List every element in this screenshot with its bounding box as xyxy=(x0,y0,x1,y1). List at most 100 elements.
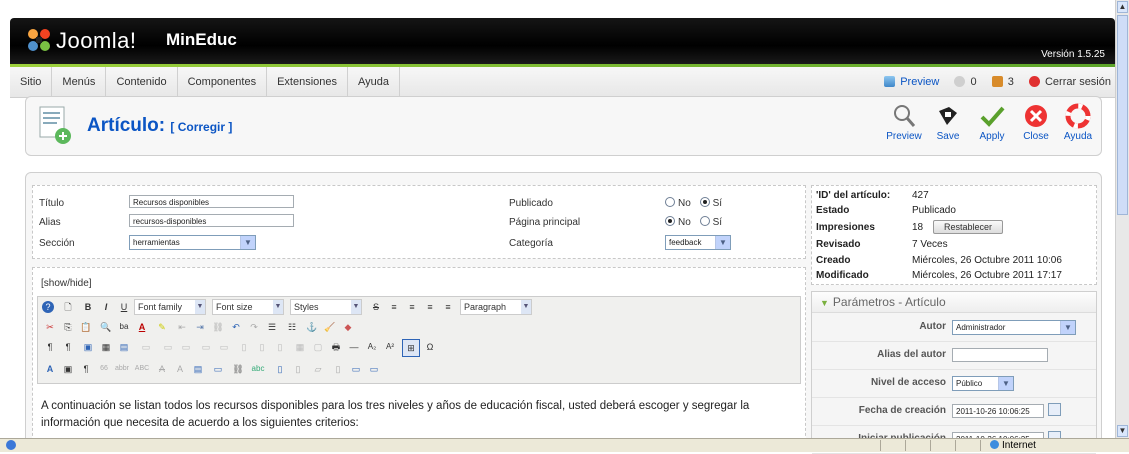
menu-sitio[interactable]: Sitio xyxy=(10,67,53,97)
styleprops-icon[interactable]: A xyxy=(42,361,58,377)
messages-status[interactable]: 0 xyxy=(948,76,977,88)
calendar-icon[interactable] xyxy=(1048,403,1061,416)
special-char-icon[interactable]: Ω xyxy=(422,339,438,355)
bold-icon[interactable]: B xyxy=(80,299,96,315)
styles-select[interactable]: Styles ▼ xyxy=(290,299,362,315)
align-left-icon[interactable]: ≡ xyxy=(386,299,402,315)
align-right-icon[interactable]: ≡ xyxy=(422,299,438,315)
visual-aid-icon[interactable]: ▢ xyxy=(310,339,326,355)
pagebreak-icon[interactable]: ▭ xyxy=(366,361,382,377)
copy-icon[interactable]: ⎘ xyxy=(60,319,76,335)
horizontal-rule-icon[interactable]: — xyxy=(346,339,362,355)
undo-icon[interactable]: ↶ xyxy=(228,319,244,335)
format-select[interactable]: Paragraph ▼ xyxy=(460,299,532,315)
menu-extensiones[interactable]: Extensiones xyxy=(267,67,349,97)
close-button[interactable]: Close xyxy=(1013,101,1059,153)
ins-icon[interactable]: A xyxy=(172,361,188,377)
users-status[interactable]: 3 xyxy=(986,76,1014,88)
image-icon[interactable]: ▦ xyxy=(98,339,114,355)
params-header[interactable]: ▼ Parámetros - Artículo xyxy=(812,292,1096,313)
cleanup-icon[interactable]: 🧹 xyxy=(322,319,338,335)
table-icon[interactable]: ▭ xyxy=(138,339,154,355)
autor-select[interactable]: Administrador ▼ xyxy=(952,320,1076,335)
menu-contenido[interactable]: Contenido xyxy=(106,67,178,97)
link-icon[interactable]: ⛓ xyxy=(230,361,246,377)
preview-button[interactable]: Preview xyxy=(881,101,927,153)
nivel-select[interactable]: Público ▼ xyxy=(952,376,1014,391)
cite-icon[interactable]: 66 xyxy=(96,361,112,377)
superscript-icon[interactable]: A² xyxy=(382,339,398,355)
italic-icon[interactable]: I xyxy=(98,299,114,315)
print-icon[interactable]: 🖶 xyxy=(328,339,344,355)
subscript-icon[interactable]: A₂ xyxy=(364,339,380,355)
delete-col-icon[interactable]: ▯ xyxy=(254,339,270,355)
numbered-list-icon[interactable]: ☰ xyxy=(264,319,280,335)
scroll-up-icon[interactable]: ▲ xyxy=(1117,1,1128,13)
split-cells-icon[interactable]: ▦ xyxy=(292,339,308,355)
categoria-select[interactable]: feedback ▼ xyxy=(665,235,731,250)
layer-icon[interactable]: ▯ xyxy=(290,361,306,377)
outdent-icon[interactable]: ⇤ xyxy=(174,319,190,335)
cell-props-icon[interactable]: ▭ xyxy=(178,339,194,355)
page-break-icon[interactable]: ▯ xyxy=(272,361,288,377)
insert-col-icon[interactable]: ▯ xyxy=(236,339,252,355)
new-document-icon[interactable]: 🗋 xyxy=(60,299,76,315)
align-center-icon[interactable]: ≡ xyxy=(404,299,420,315)
strikethrough-icon[interactable]: S xyxy=(368,299,384,315)
font-family-select[interactable]: Font family ▼ xyxy=(134,299,206,315)
template-icon[interactable]: ▤ xyxy=(116,339,132,355)
eraser-icon[interactable]: ◆ xyxy=(340,319,356,335)
seccion-select[interactable]: herramientas ▼ xyxy=(129,235,256,250)
paste-icon[interactable]: 📋 xyxy=(78,319,94,335)
rtl-icon[interactable]: ¶ xyxy=(60,339,76,355)
anchor-icon[interactable]: ⚓ xyxy=(304,319,320,335)
apply-button[interactable]: Apply xyxy=(969,101,1015,153)
spellcheck-icon[interactable]: abc xyxy=(250,361,266,377)
nonbreaking-icon[interactable]: ▣ xyxy=(60,361,76,377)
scroll-thumb[interactable] xyxy=(1117,15,1128,215)
font-size-select[interactable]: Font size ▼ xyxy=(212,299,284,315)
media-icon[interactable]: ▣ xyxy=(80,339,96,355)
align-justify-icon[interactable]: ≡ xyxy=(440,299,456,315)
publicado-si-radio[interactable] xyxy=(699,197,710,207)
readmore-icon[interactable]: ▭ xyxy=(348,361,364,377)
insert-row-icon[interactable]: ▭ xyxy=(198,339,214,355)
publicado-no-radio[interactable] xyxy=(665,197,675,207)
vertical-scrollbar[interactable]: ▲ ▼ xyxy=(1115,0,1129,438)
menu-menus[interactable]: Menús xyxy=(52,67,107,97)
article-body-text[interactable]: A continuación se listan todos los recur… xyxy=(41,398,791,432)
logout-link[interactable]: Cerrar sesión xyxy=(1023,76,1111,88)
del-icon[interactable]: A xyxy=(154,361,170,377)
underline-icon[interactable]: U xyxy=(116,299,132,315)
bullet-list-icon[interactable]: ☷ xyxy=(284,319,300,335)
acronym-icon[interactable]: ABC xyxy=(134,361,150,377)
delete-row-icon[interactable]: ▭ xyxy=(216,339,232,355)
indent-icon[interactable]: ⇥ xyxy=(192,319,208,335)
unlink-icon[interactable]: ⛓ xyxy=(210,319,226,335)
showhide-toggle[interactable]: [show/hide] xyxy=(41,278,92,289)
preview-link[interactable]: Preview xyxy=(878,76,939,88)
blockquote-icon[interactable]: ▤ xyxy=(190,361,206,377)
alias-input[interactable]: recursos-disponibles xyxy=(129,214,294,227)
absolute-icon[interactable]: ▱ xyxy=(310,361,326,377)
pagina-si-radio[interactable] xyxy=(699,216,710,226)
text-color-icon[interactable]: A xyxy=(134,319,150,335)
fullscreen-icon[interactable]: ⊞ xyxy=(402,339,420,357)
scroll-down-icon[interactable]: ▼ xyxy=(1117,425,1128,437)
pagina-no-radio[interactable] xyxy=(665,216,675,226)
highlight-icon[interactable]: ✎ xyxy=(154,319,170,335)
find-icon[interactable]: 🔍 xyxy=(98,319,114,335)
help-icon[interactable]: ? xyxy=(42,301,54,313)
titulo-input[interactable]: Recursos disponibles xyxy=(129,195,294,208)
alias-autor-input[interactable] xyxy=(952,348,1048,362)
fecha-creacion-input[interactable]: 2011-10-26 10:06:25 xyxy=(952,404,1044,418)
help-button[interactable]: Ayuda xyxy=(1055,101,1101,153)
visualchars-icon[interactable]: ▯ xyxy=(330,361,346,377)
save-button[interactable]: Save xyxy=(925,101,971,153)
merge-cells-icon[interactable]: ▯ xyxy=(272,339,288,355)
cut-icon[interactable]: ✂ xyxy=(42,319,58,335)
menu-ayuda[interactable]: Ayuda xyxy=(348,67,401,97)
menu-componentes[interactable]: Componentes xyxy=(178,67,268,97)
row-props-icon[interactable]: ▭ xyxy=(160,339,176,355)
pilcrow-icon[interactable]: ¶ xyxy=(78,361,94,377)
